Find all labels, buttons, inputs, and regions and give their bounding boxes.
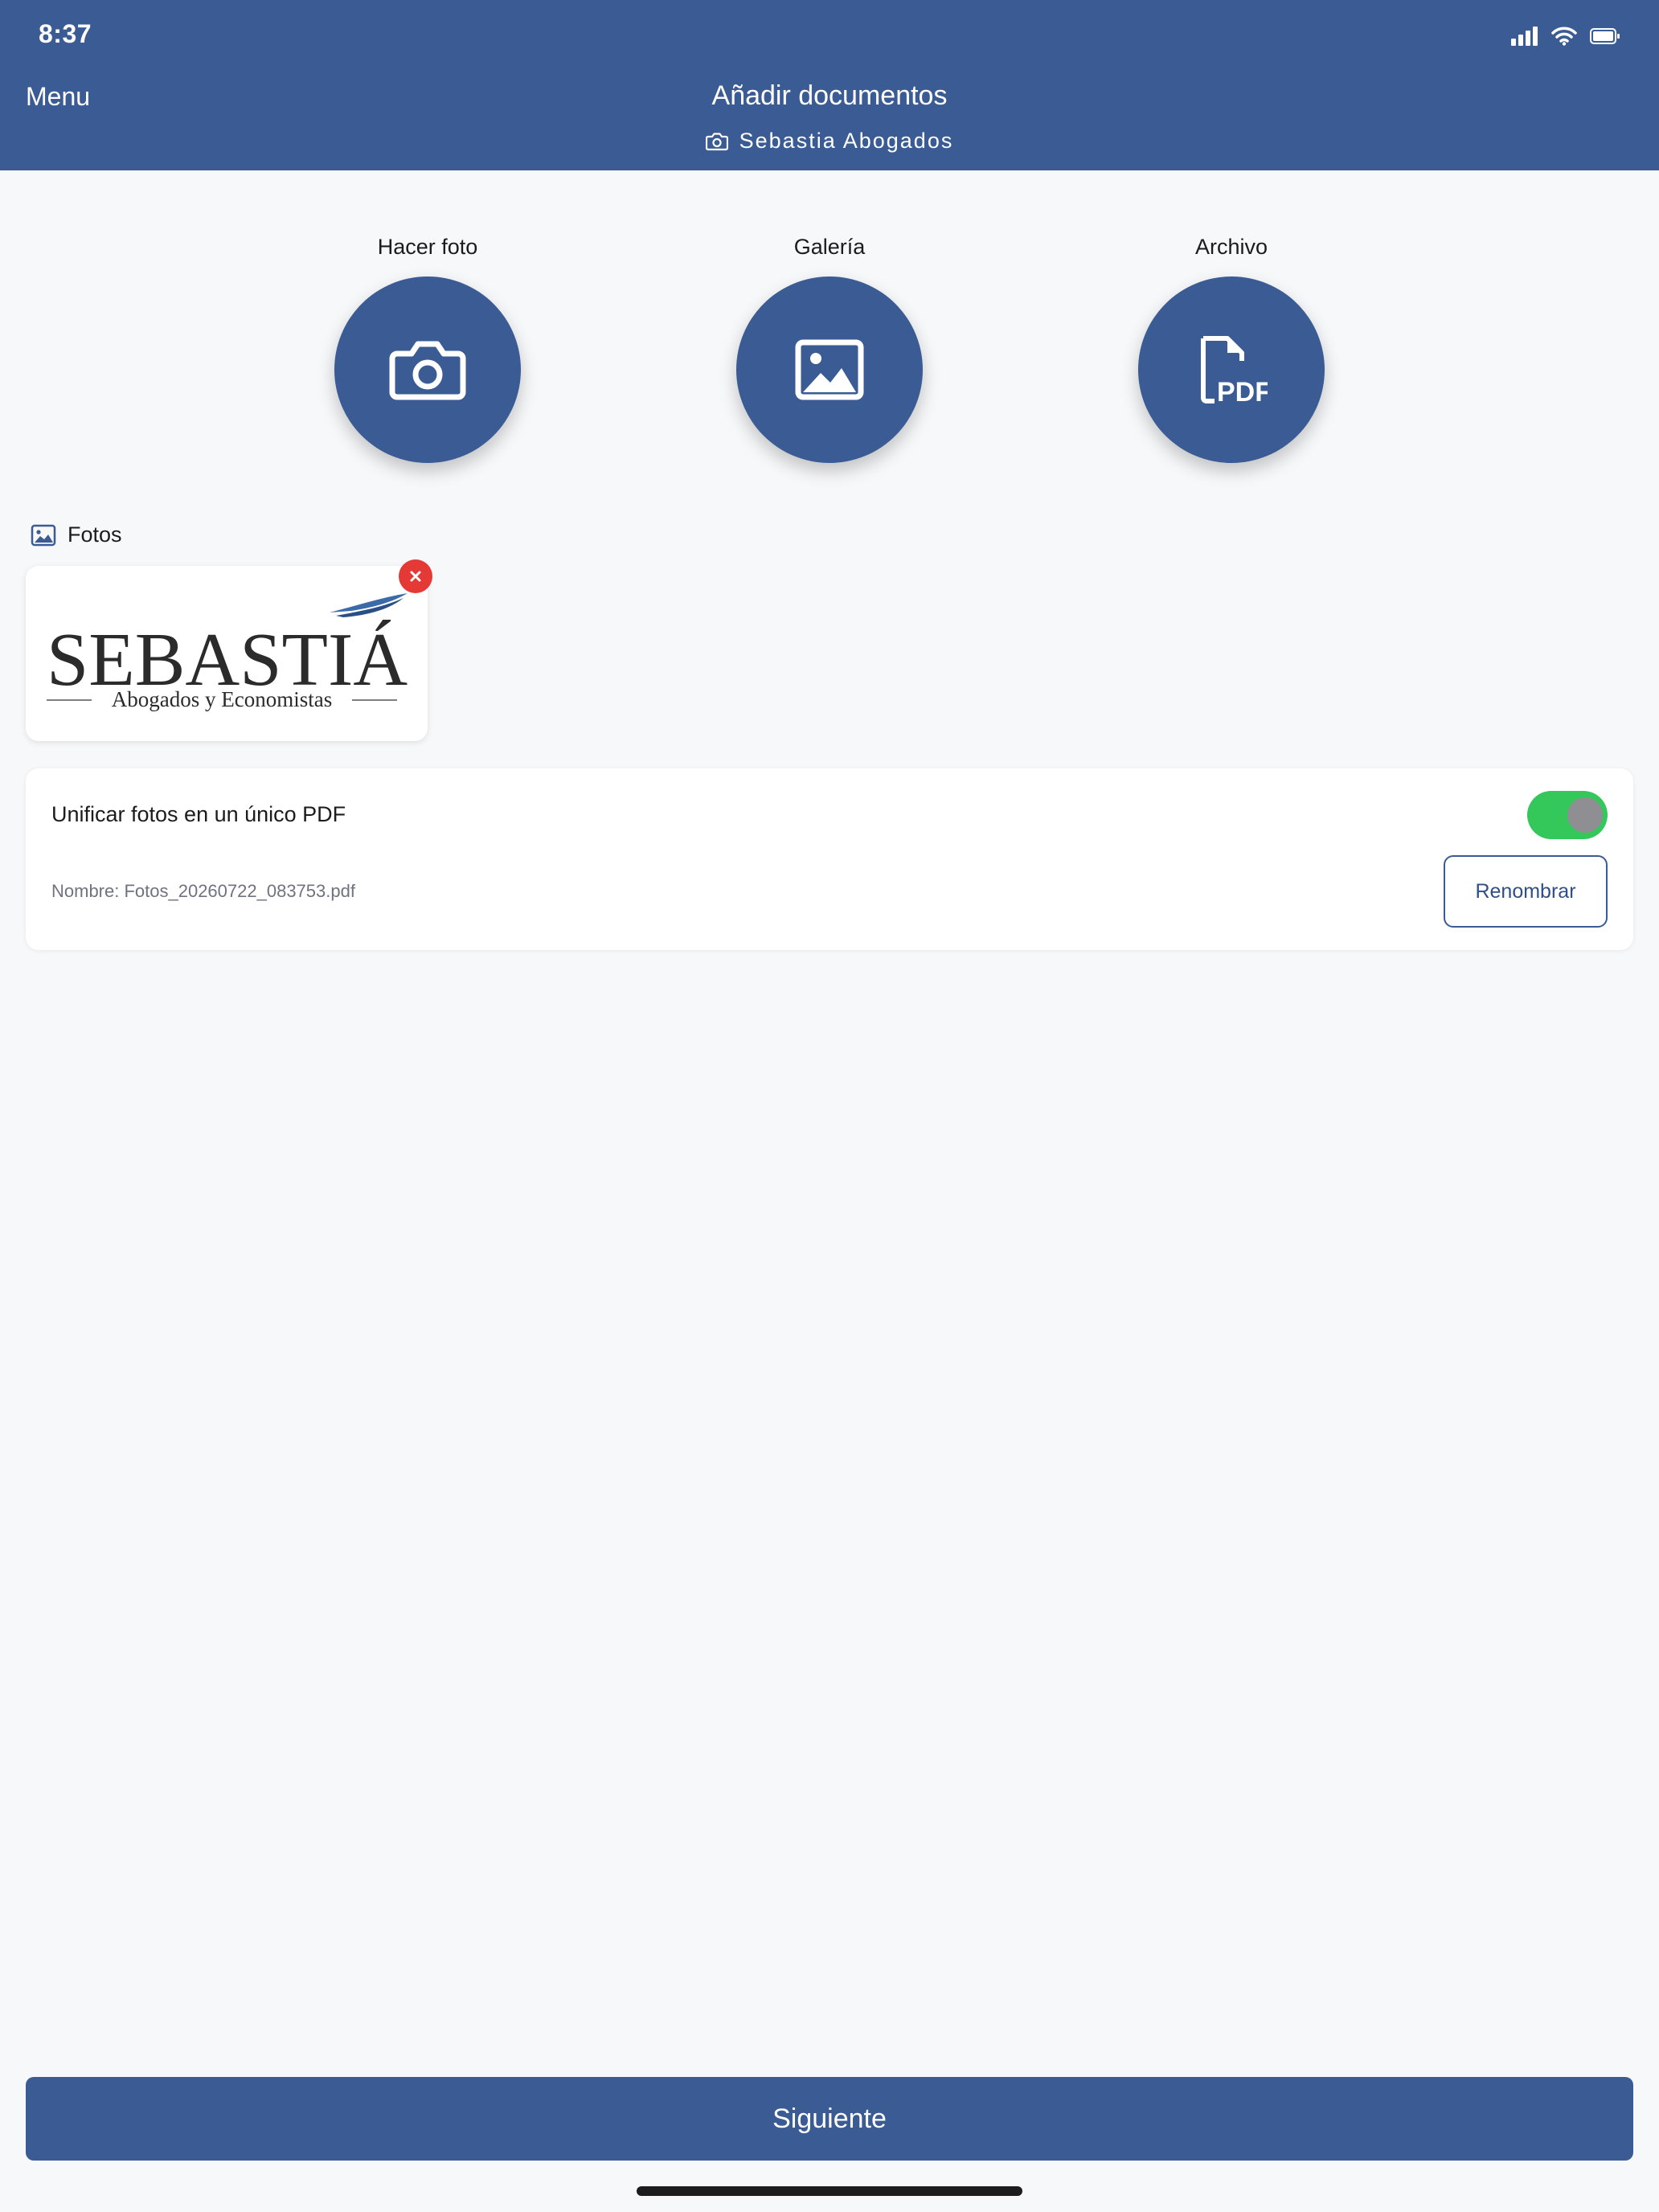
file-action[interactable]: Archivo PDF — [1111, 235, 1352, 463]
svg-text:Abogados y Economistas: Abogados y Economistas — [112, 687, 332, 711]
toggle-knob — [1567, 797, 1603, 833]
page-title: Añadir documentos — [711, 80, 948, 111]
file-button[interactable]: PDF — [1138, 276, 1325, 463]
next-button[interactable]: Siguiente — [26, 2077, 1633, 2161]
battery-icon — [1590, 28, 1620, 44]
add-document-actions: Hacer foto Galería Archivo PDF — [0, 235, 1659, 476]
camera-icon — [705, 132, 728, 150]
take-photo-button[interactable] — [334, 276, 521, 463]
pdf-filename: Nombre: Fotos_20260722_083753.pdf — [51, 881, 355, 901]
photos-section-label: Fotos — [68, 522, 122, 547]
gallery-action[interactable]: Galería — [709, 235, 950, 463]
close-icon — [410, 571, 421, 582]
unify-pdf-label: Unificar fotos en un único PDF — [51, 802, 346, 826]
take-photo-action[interactable]: Hacer foto — [307, 235, 548, 463]
wifi-icon — [1551, 27, 1577, 46]
status-icons — [1511, 24, 1620, 48]
gallery-label: Galería — [793, 235, 866, 259]
company-name: Sebastia Abogados — [739, 129, 954, 153]
gallery-button[interactable] — [736, 276, 923, 463]
cellular-signal-icon — [1511, 27, 1538, 46]
unify-pdf-toggle[interactable] — [1527, 791, 1608, 839]
app-header: 8:37 Menu Añadir documentos Sebastia Abo… — [0, 0, 1659, 170]
svg-text:PDF: PDF — [1217, 377, 1268, 406]
home-indicator — [637, 2186, 1022, 2196]
file-label: Archivo — [1194, 235, 1268, 259]
header-subtitle: Sebastia Abogados — [0, 129, 1659, 154]
image-icon — [795, 339, 864, 400]
photo-thumbnail[interactable]: SEBASTIÁ Abogados y Economistas — [26, 566, 428, 741]
sebastia-logo: SEBASTIÁ Abogados y Economistas — [47, 593, 408, 711]
rename-button[interactable]: Renombrar — [1444, 855, 1608, 928]
pdf-options-card: Unificar fotos en un único PDF Nombre: F… — [26, 768, 1633, 950]
photos-section-header: Fotos — [31, 522, 122, 547]
image-icon — [31, 524, 56, 546]
pdf-file-icon: PDF — [1201, 336, 1268, 406]
camera-icon — [389, 341, 466, 400]
remove-photo-button[interactable] — [399, 559, 432, 593]
status-time: 8:37 — [39, 19, 92, 48]
take-photo-label: Hacer foto — [377, 235, 478, 259]
